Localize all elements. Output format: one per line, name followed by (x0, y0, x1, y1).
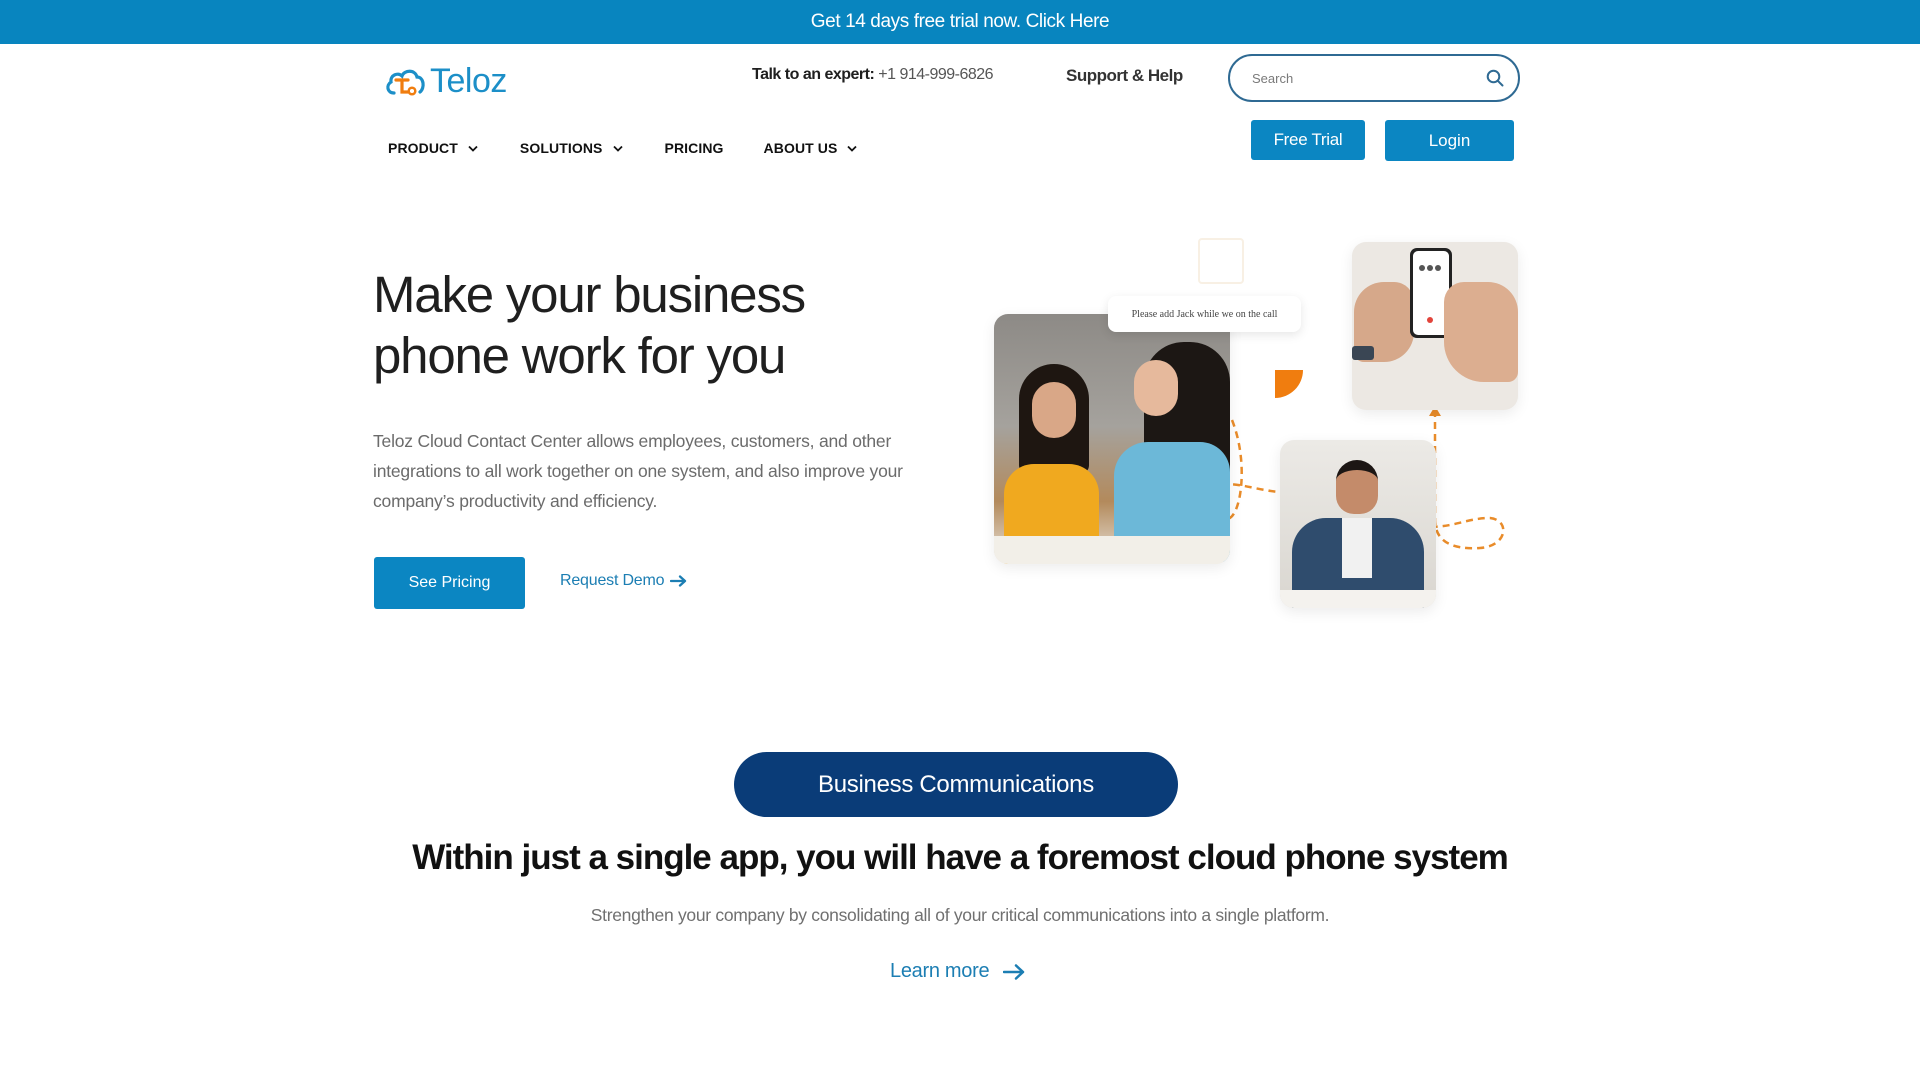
request-demo-link[interactable]: Request Demo (560, 572, 687, 590)
talk-to-expert: Talk to an expert: +1 914-999-6826 (752, 66, 994, 84)
chevron-down-icon (847, 145, 858, 152)
arrow-right-icon (1003, 963, 1025, 980)
hero-illustration: Please add Jack while we on the call (980, 230, 1540, 610)
search-box (1228, 54, 1520, 102)
expert-label: Talk to an expert: (752, 66, 875, 83)
woman-right-figure (1104, 342, 1230, 562)
search-input[interactable] (1252, 70, 1484, 86)
logo-text: Teloz (430, 62, 507, 100)
table-surface (994, 536, 1230, 564)
nav-item-solutions[interactable]: SOLUTIONS (520, 140, 623, 156)
business-communications-badge[interactable]: Business Communications (734, 752, 1178, 817)
section-title: Within just a single app, you will have … (412, 838, 1509, 877)
section-subtitle: Strengthen your company by consolidating… (590, 905, 1330, 925)
hero-title-line2: phone work for you (373, 327, 786, 384)
teloz-logo[interactable]: Teloz (384, 62, 507, 101)
main-nav: PRODUCT SOLUTIONS PRICING ABOUT US (388, 140, 858, 156)
support-help-link[interactable]: Support & Help (1066, 66, 1183, 86)
nav-item-product[interactable]: PRODUCT (388, 140, 478, 156)
nav-label: ABOUT US (763, 140, 838, 156)
free-trial-promo-link[interactable]: Get 14 days free trial now. Click Here (811, 11, 1110, 33)
request-demo-label: Request Demo (560, 572, 665, 589)
man-tshirt (1342, 518, 1372, 578)
nav-item-about-us[interactable]: ABOUT US (764, 140, 858, 156)
hero-description: Teloz Cloud Contact Center allows employ… (373, 431, 903, 511)
woman-left-figure (1004, 364, 1099, 564)
login-button[interactable]: Login (1385, 120, 1514, 161)
right-hand (1444, 282, 1518, 382)
nav-label: PRICING (664, 140, 724, 156)
learn-more-label: Learn more (890, 960, 990, 982)
hero-title-line1: Make your business (373, 266, 806, 323)
nav-item-pricing[interactable]: PRICING (665, 140, 724, 156)
see-pricing-button[interactable]: See Pricing (374, 557, 525, 609)
nav-label: SOLUTIONS (519, 140, 603, 156)
two-women-meeting-photo (994, 314, 1230, 564)
promo-banner: Get 14 days free trial now. Click Here (0, 0, 1920, 44)
free-trial-button[interactable]: Free Trial (1251, 120, 1365, 160)
man-head (1336, 460, 1378, 514)
learn-more-link[interactable]: Learn more (890, 960, 1025, 983)
smiling-man-at-desk-photo (1280, 440, 1436, 608)
watch-band (1352, 346, 1374, 360)
cloud-logo-icon (386, 69, 425, 96)
desk-surface (1280, 590, 1436, 608)
chevron-down-icon (612, 145, 623, 152)
expert-phone-link[interactable]: +1 914-999-6826 (878, 66, 993, 83)
search-icon[interactable] (1484, 67, 1506, 89)
chevron-down-icon (468, 145, 478, 152)
hero-title: Make your business phone work for you (373, 264, 806, 386)
hands-holding-phone-call-photo (1352, 242, 1518, 410)
nav-label: PRODUCT (388, 140, 458, 156)
arrow-right-icon (670, 575, 687, 587)
chat-bubble: Please add Jack while we on the call (1108, 296, 1301, 332)
